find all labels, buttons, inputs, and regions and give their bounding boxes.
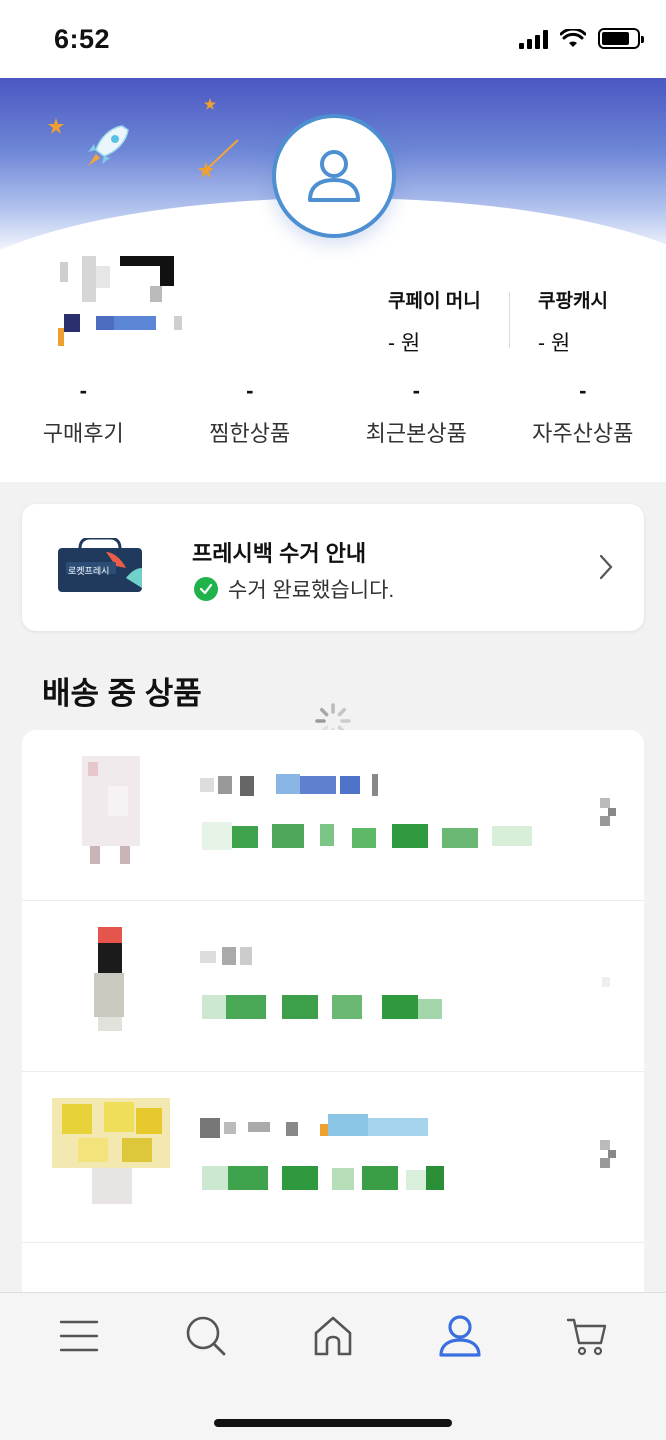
coupang-cash-label: 쿠팡캐시 <box>538 291 608 312</box>
product-thumbnail <box>52 1098 170 1204</box>
stat-label: 자주산상품 <box>532 421 634 446</box>
cart-icon <box>566 1318 606 1356</box>
nav-menu-button[interactable] <box>39 1301 119 1371</box>
list-item[interactable] <box>22 730 644 901</box>
home-icon <box>314 1316 352 1356</box>
stat-count: - <box>412 378 420 403</box>
user-name-redacted <box>60 256 174 302</box>
status-time: 6:52 <box>54 24 111 54</box>
coupang-cash[interactable]: 쿠팡캐시 - 원 <box>538 286 608 357</box>
cellular-signal-icon <box>519 29 548 49</box>
fresh-bag-logo-text: 로켓프레시 <box>68 566 109 576</box>
chevron-right-icon <box>600 1140 616 1168</box>
status-icons <box>519 28 644 49</box>
user-avatar-icon <box>308 150 360 202</box>
stat-label: 최근본상품 <box>365 421 467 446</box>
screen: 6:52 쿠페이 머니 - 원 쿠팡캐시 - 원 - 구매후기 - 찜한상품 -… <box>0 0 666 1440</box>
rocket-icon <box>88 125 129 166</box>
svg-text:로켓프레시: 로켓프레시 <box>68 566 109 576</box>
wifi-icon <box>560 28 586 47</box>
product-arrival-redacted <box>202 822 532 850</box>
stat-count: - <box>579 378 587 403</box>
bottom-nav-row <box>0 1293 666 1379</box>
search-icon <box>186 1316 226 1356</box>
product-thumbnail <box>94 927 124 1031</box>
bottom-nav <box>0 1292 666 1440</box>
product-status-redacted <box>200 1114 428 1138</box>
nav-my-coupang-button[interactable] <box>420 1301 500 1371</box>
nav-search-button[interactable] <box>166 1301 246 1371</box>
stat-reviews[interactable]: - 구매후기 <box>0 374 167 448</box>
fresh-bag-card[interactable]: 로켓프레시 프레시백 수거 안내 수거 완료했습니다. <box>22 504 644 631</box>
product-thumbnail <box>82 756 140 864</box>
star-icon <box>48 118 64 134</box>
menu-icon <box>60 1320 99 1352</box>
coupang-cash-value: - 원 <box>538 332 571 355</box>
check-circle-icon <box>194 577 218 601</box>
wallet-divider <box>509 292 510 348</box>
section-title-in-delivery: 배송 중 상품 <box>42 676 202 711</box>
profile-header: 쿠페이 머니 - 원 쿠팡캐시 - 원 - 구매후기 - 찜한상품 - 최근본상… <box>0 78 666 482</box>
chevron-right-icon <box>602 977 610 987</box>
product-arrival-redacted <box>202 1166 444 1190</box>
delivery-list <box>22 730 644 1330</box>
battery-level <box>602 32 630 45</box>
coupay-money[interactable]: 쿠페이 머니 - 원 <box>388 286 481 357</box>
shooting-star-icon <box>198 139 239 178</box>
stat-label: 구매후기 <box>42 421 124 446</box>
activity-stats: - 구매후기 - 찜한상품 - 최근본상품 - 자주산상품 <box>0 374 666 448</box>
chevron-right-icon <box>600 798 616 826</box>
fresh-bag-status: 수거 완료했습니다. <box>194 574 394 604</box>
user-grade-redacted <box>58 314 182 346</box>
product-status-redacted <box>200 947 252 965</box>
stat-recently-viewed[interactable]: - 최근본상품 <box>333 374 500 448</box>
stat-count: - <box>79 378 87 403</box>
user-icon <box>439 1315 481 1357</box>
coupay-money-value: - 원 <box>388 332 421 355</box>
star-icon <box>204 98 216 110</box>
fresh-bag-status-text: 수거 완료했습니다. <box>228 579 395 602</box>
list-item[interactable] <box>22 901 644 1072</box>
home-indicator <box>214 1419 452 1427</box>
avatar[interactable] <box>272 114 396 238</box>
status-bar: 6:52 <box>0 0 666 78</box>
fresh-bag-title: 프레시백 수거 안내 <box>192 541 367 566</box>
product-arrival-redacted <box>202 995 442 1019</box>
nav-cart-button[interactable] <box>547 1301 627 1371</box>
stat-count: - <box>246 378 254 403</box>
stat-wishlist[interactable]: - 찜한상품 <box>167 374 334 448</box>
coupay-money-label: 쿠페이 머니 <box>388 291 481 312</box>
battery-icon <box>598 28 644 49</box>
chevron-right-icon <box>599 554 613 580</box>
stat-frequently-bought[interactable]: - 자주산상품 <box>500 374 666 448</box>
stat-label: 찜한상품 <box>209 421 291 446</box>
product-status-redacted <box>200 774 378 796</box>
nav-home-button[interactable] <box>293 1301 373 1371</box>
list-item[interactable] <box>22 1072 644 1243</box>
